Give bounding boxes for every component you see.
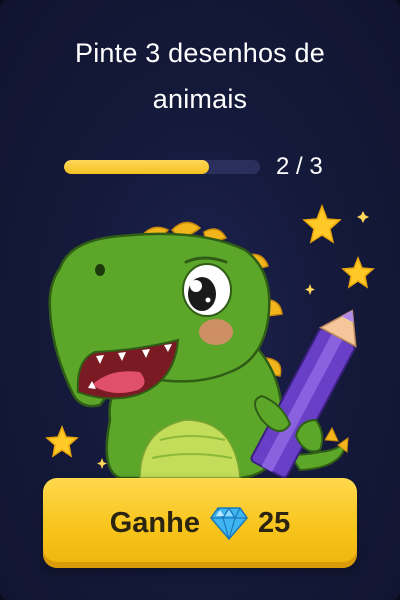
task-title: Pinte 3 desenhos de animais <box>75 38 325 114</box>
reward-amount: 25 <box>257 506 291 539</box>
progress-count: 2 / 3 <box>276 153 323 180</box>
sparkle-icon <box>97 458 107 469</box>
star-icon <box>302 203 342 244</box>
dino-eye <box>182 263 232 317</box>
task-card: Pinte 3 desenhos de animais 2 / 3 Ganhe … <box>0 0 400 600</box>
sparkle-icon <box>305 284 315 295</box>
progress-bar-fill <box>64 160 210 174</box>
claim-reward-button[interactable]: Ganhe 25 <box>43 478 357 568</box>
sparkle-icon <box>357 211 369 223</box>
progress-bar <box>64 160 260 174</box>
dino-nostril <box>95 264 105 276</box>
reward-label: Ganhe <box>109 506 200 539</box>
diamond-icon <box>210 506 248 540</box>
star-icon <box>341 255 375 289</box>
dino-cheek <box>199 319 233 345</box>
dinosaur-illustration <box>45 203 375 480</box>
star-icon <box>45 424 79 458</box>
